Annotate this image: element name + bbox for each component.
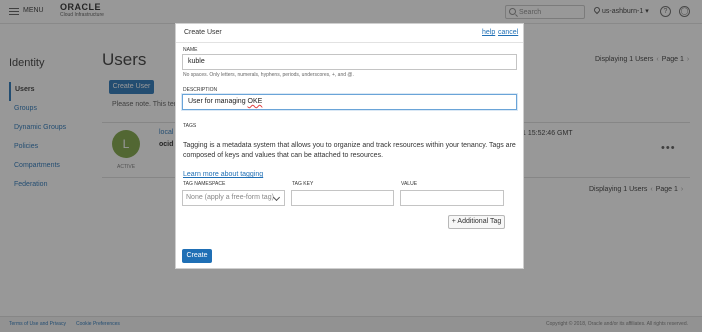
description-label: DESCRIPTION <box>183 87 218 93</box>
name-label: NAME <box>183 47 198 53</box>
description-field[interactable]: User for managing OKE <box>182 94 517 110</box>
cancel-link[interactable]: cancel <box>498 29 518 36</box>
help-link[interactable]: help <box>482 29 495 36</box>
tags-description: Tagging is a metadata system that allows… <box>183 142 516 159</box>
additional-tag-button[interactable]: + Additional Tag <box>448 215 505 229</box>
create-button[interactable]: Create <box>182 249 212 263</box>
learn-more-tagging-link[interactable]: Learn more about tagging <box>183 171 263 178</box>
tag-key-label: TAG KEY <box>292 181 314 187</box>
name-hint: No spaces. Only letters, numerals, hyphe… <box>183 72 354 78</box>
dialog-title: Create User <box>184 29 222 36</box>
create-user-dialog: Create User help cancel NAME kuble No sp… <box>175 23 524 269</box>
tag-namespace-label: TAG NAMESPACE <box>183 181 226 187</box>
tag-namespace-value: None (apply a free-form tag) <box>186 194 274 201</box>
tags-label: TAGS <box>183 123 197 129</box>
chevron-down-icon <box>272 193 281 202</box>
tag-key-input[interactable] <box>291 190 394 206</box>
name-field[interactable]: kuble <box>182 54 517 70</box>
description-misspelled-word: OKE <box>247 98 263 105</box>
description-text: User for managing <box>188 98 248 105</box>
tag-value-label: VALUE <box>401 181 418 187</box>
dialog-header: Create User help cancel <box>176 24 523 43</box>
tag-namespace-select[interactable]: None (apply a free-form tag) <box>182 190 285 206</box>
tag-value-input[interactable] <box>400 190 504 206</box>
